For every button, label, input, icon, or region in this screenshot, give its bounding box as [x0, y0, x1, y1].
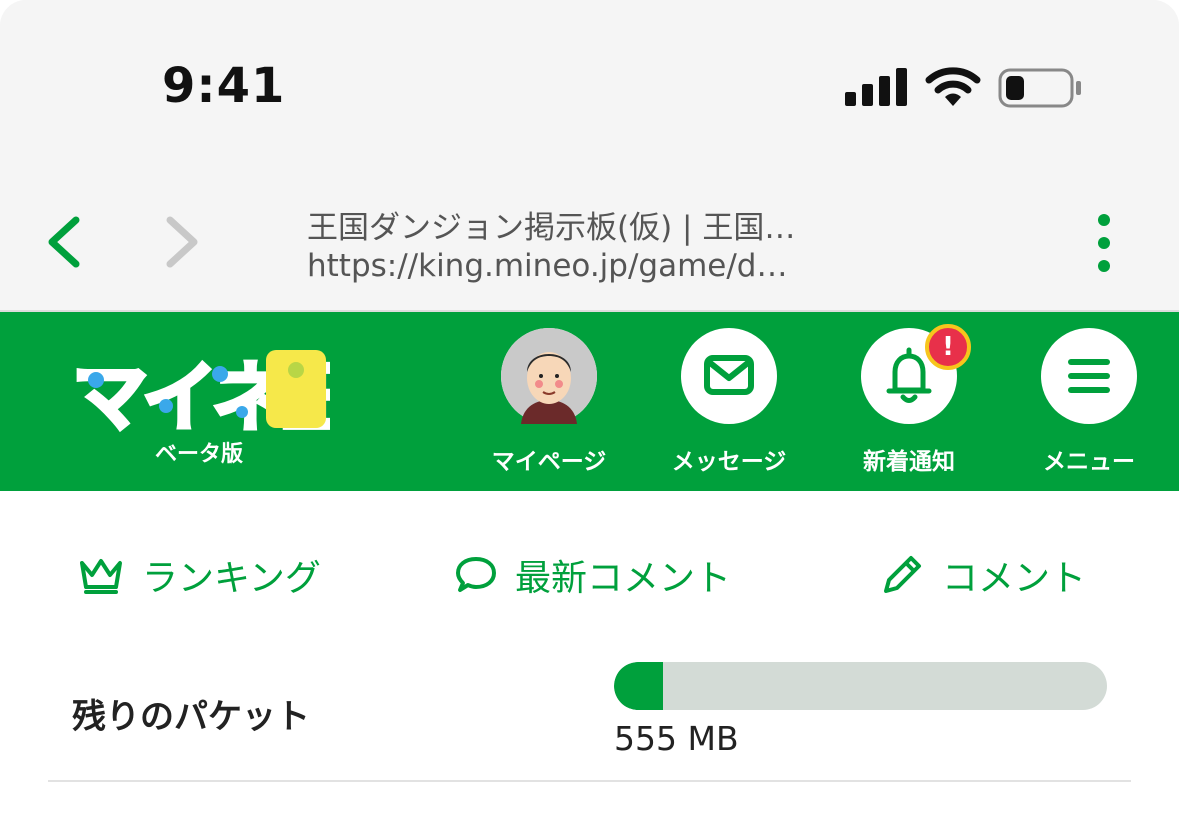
mineo-king-logo[interactable]: マイネ王 — [70, 340, 330, 440]
tab-latest-comments[interactable]: 最新コメント — [455, 549, 731, 601]
forward-arrow-icon[interactable] — [160, 212, 204, 272]
tab-latest-comments-label: 最新コメント — [515, 558, 732, 599]
menu-label: メニュー — [1043, 449, 1135, 475]
site-header: マイネ王 ベータ版 マイページ メッセージ 新着通知 メニュー — [0, 312, 1179, 491]
pencil-icon — [884, 556, 921, 593]
tab-ranking[interactable]: ランキング — [78, 549, 321, 601]
remaining-packet-value: 555 MB — [614, 719, 739, 758]
messages-label: メッセージ — [671, 449, 787, 475]
mypage-button[interactable] — [501, 328, 597, 424]
back-arrow-icon[interactable] — [40, 212, 84, 272]
main-content: ランキング 最新コメント コメント 残りのパケット 555 MB — [0, 491, 1179, 817]
phone-screen: 9:41 王国ダンジョン掲示板(仮) | 王国… https://king.mi… — [0, 0, 1179, 817]
wifi-icon — [925, 67, 981, 106]
messages-button[interactable] — [681, 328, 777, 424]
speech-bubble-icon — [456, 557, 496, 592]
menu-button[interactable] — [1041, 328, 1137, 424]
avatar — [501, 328, 597, 424]
notification-badge: ! — [925, 324, 971, 370]
tab-ranking-label: ランキング — [142, 558, 321, 599]
tab-comment-label: コメント — [942, 558, 1087, 599]
divider — [48, 780, 1131, 782]
battery-icon — [998, 68, 1081, 108]
more-options-icon[interactable] — [1088, 212, 1120, 274]
packet-progress-fill — [614, 662, 664, 710]
mypage-label: マイページ — [491, 449, 607, 475]
crown-icon — [80, 559, 122, 594]
notifications-label: 新着通知 — [863, 449, 955, 475]
browser-toolbar: 王国ダンジョン掲示板(仮) | 王国… https://king.mineo.j… — [0, 180, 1179, 312]
tab-comment[interactable]: コメント — [880, 549, 1086, 601]
page-title: 王国ダンジョン掲示板(仮) | 王国… — [307, 210, 796, 246]
cellular-signal-icon — [845, 68, 907, 106]
packet-progress-bar — [614, 662, 1107, 710]
beta-label: ベータ版 — [155, 442, 244, 467]
remaining-packet-label: 残りのパケット — [72, 697, 310, 737]
mail-icon — [704, 355, 754, 395]
menu-icon — [1068, 359, 1110, 393]
address-url[interactable]: https://king.mineo.jp/game/d… — [307, 248, 787, 284]
status-time: 9:41 — [162, 58, 286, 114]
status-bar: 9:41 — [0, 0, 1179, 180]
